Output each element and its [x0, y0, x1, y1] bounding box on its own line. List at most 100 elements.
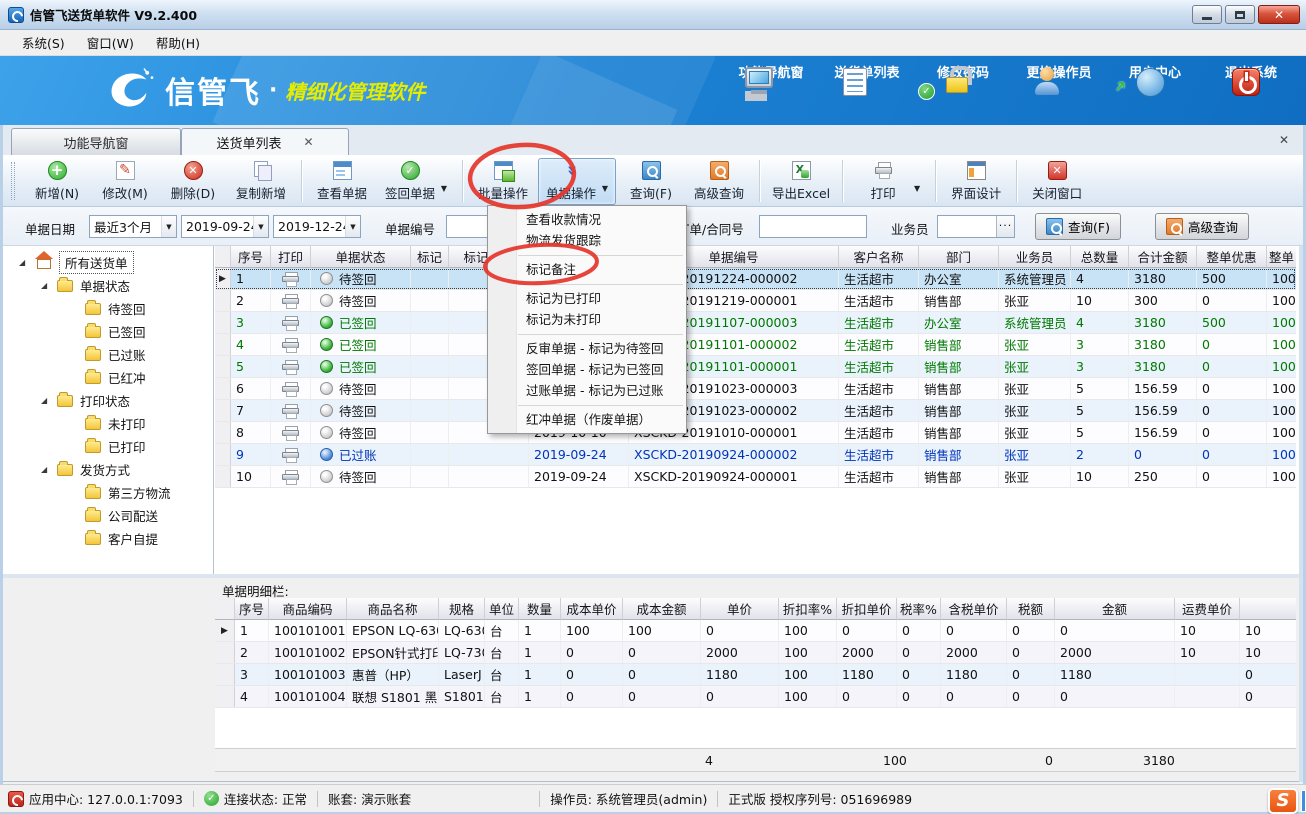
tree-item[interactable]: ◢ 第三方物流 — [3, 481, 213, 504]
column-header[interactable] — [1240, 598, 1296, 620]
column-header[interactable]: 打印 — [271, 246, 311, 268]
print-button[interactable]: 打印 ▼ — [850, 158, 928, 205]
menu-item[interactable]: 反审单据 - 标记为待签回 — [488, 338, 686, 359]
column-header[interactable]: 折扣单价 — [837, 598, 897, 620]
detail-row[interactable]: 4 100101004 联想 S1801 黑 S1801 台 1 0 0 0 1… — [215, 686, 1296, 708]
column-header[interactable]: 运费单价 — [1175, 598, 1240, 620]
delete-button[interactable]: ✕删除(D) — [160, 158, 226, 205]
tab-delivery-list[interactable]: 送货单列表 ✕ — [181, 128, 349, 155]
tree-item[interactable]: ◢ 已打印 — [3, 435, 213, 458]
dropdown-arrow-icon[interactable]: ▼ — [438, 184, 450, 193]
batch-ops-button[interactable]: 批量操作 — [470, 158, 536, 205]
menu-item[interactable]: 查看收款情况 — [488, 209, 686, 230]
date-to-select[interactable]: 2019-12-24▼ — [273, 215, 361, 238]
column-header[interactable] — [215, 598, 235, 620]
date-from-select[interactable]: 2019-09-24▼ — [181, 215, 269, 238]
input-method-icon[interactable]: S — [1268, 788, 1298, 814]
column-header[interactable]: 成本单价 — [561, 598, 623, 620]
copy-new-button[interactable]: 复制新增 — [228, 158, 294, 205]
column-header[interactable]: 金额 — [1055, 598, 1175, 620]
user-center-action[interactable]: 用户中心 — [1114, 62, 1196, 81]
close-window-button[interactable]: ✕关闭窗口 — [1024, 158, 1090, 205]
tab-nav-window[interactable]: 功能导航窗 — [11, 128, 181, 155]
table-row[interactable]: 10 待签回 2019-09-24 XSCKD-20190924-000001 … — [215, 466, 1296, 488]
chevron-down-icon[interactable]: ▼ — [345, 216, 360, 237]
column-header[interactable]: 整单 — [1267, 246, 1296, 268]
menu-item[interactable]: 标记备注 — [488, 259, 686, 280]
tree-item[interactable]: ◢ 客户自提 — [3, 527, 213, 550]
date-range-select[interactable]: 最近3个月▼ — [89, 215, 177, 238]
query-filter-button[interactable]: 查询(F) — [1035, 213, 1121, 240]
column-header[interactable]: 数量 — [519, 598, 561, 620]
column-header[interactable]: 整单优惠 — [1197, 246, 1267, 268]
toolbar-grip[interactable] — [11, 162, 15, 200]
column-header[interactable]: 成本金额 — [623, 598, 701, 620]
tree-root[interactable]: ◢ 所有送货单 — [3, 251, 213, 274]
tree-item[interactable]: ◢ 待签回 — [3, 297, 213, 320]
expander-icon[interactable]: ◢ — [41, 281, 51, 290]
table-row[interactable]: 3 已签回 2019-11-07 XSCKD-20191107-000003 生… — [215, 312, 1296, 334]
column-header[interactable]: 序号 — [235, 598, 269, 620]
switch-operator-action[interactable]: 更换操作员 — [1018, 62, 1100, 81]
tree-item[interactable]: ◢ 发货方式 — [3, 458, 213, 481]
table-row[interactable]: 2 待签回 2019-12-19 XSCKD-20191219-000001 生… — [215, 290, 1296, 312]
export-excel-button[interactable]: 导出Excel — [767, 158, 835, 205]
chevron-down-icon[interactable]: ▼ — [161, 216, 176, 237]
adv-query-button[interactable]: 高级查询 — [686, 158, 752, 205]
exit-system-action[interactable]: 退出系统 — [1210, 62, 1292, 81]
tree-item[interactable]: ◢ 打印状态 — [3, 389, 213, 412]
tree-item[interactable]: ◢ 未打印 — [3, 412, 213, 435]
menu-item[interactable]: 标记为已打印 — [488, 288, 686, 309]
column-header[interactable]: 税率% — [897, 598, 941, 620]
minimize-button[interactable] — [1192, 5, 1222, 24]
table-row[interactable]: 6 待签回 2019-10-23 XSCKD-20191023-000003 生… — [215, 378, 1296, 400]
browse-ellipsis-button[interactable]: ··· — [996, 216, 1014, 237]
table-row[interactable]: 7 待签回 2019-10-23 XSCKD-20191023-000002 生… — [215, 400, 1296, 422]
column-header[interactable]: 单价 — [701, 598, 779, 620]
menu-item[interactable]: 过账单据 - 标记为已过账 — [488, 380, 686, 401]
column-header[interactable]: 规格 — [439, 598, 485, 620]
column-header[interactable]: 商品编码 — [269, 598, 347, 620]
expander-icon[interactable]: ◢ — [19, 258, 29, 267]
table-row[interactable]: 8 待签回 2019-10-10 XSCKD-20191010-000001 生… — [215, 422, 1296, 444]
detail-row[interactable]: ▶ 1 100101001 EPSON LQ-630K LQ-630 台 1 1… — [215, 620, 1296, 642]
expander-icon[interactable]: ◢ — [41, 465, 51, 474]
column-header[interactable]: 税额 — [1007, 598, 1055, 620]
query-button[interactable]: 查询(F) — [618, 158, 684, 205]
contract-input[interactable] — [759, 215, 867, 238]
column-header[interactable]: 总数量 — [1071, 246, 1129, 268]
edit-button[interactable]: 修改(M) — [92, 158, 158, 205]
menu-system[interactable]: 系统(S) — [12, 30, 75, 55]
menu-item[interactable]: 标记为未打印 — [488, 309, 686, 330]
dropdown-arrow-icon[interactable]: ▼ — [911, 184, 923, 193]
sign-back-button[interactable]: ✓签回单据 ▼ — [377, 158, 455, 205]
table-row[interactable]: ▶ 1 待签回 2019-12-24 XSCKD-20191224-000002… — [215, 268, 1296, 290]
close-button[interactable]: ✕ — [1258, 5, 1300, 24]
tree-item[interactable]: ◢ 已红冲 — [3, 366, 213, 389]
menu-item[interactable]: 签回单据 - 标记为已签回 — [488, 359, 686, 380]
detail-row[interactable]: 2 100101002 EPSON针式打印 LQ-730 台 1 0 0 200… — [215, 642, 1296, 664]
tree-item[interactable]: ◢ 单据状态 — [3, 274, 213, 297]
tree-item[interactable]: ◢ 公司配送 — [3, 504, 213, 527]
ui-design-button[interactable]: 界面设计 — [943, 158, 1009, 205]
change-password-action[interactable]: 修改密码 — [922, 62, 1004, 81]
nav-window-action[interactable]: 功能导航窗 — [730, 62, 812, 81]
column-header[interactable]: 单位 — [485, 598, 519, 620]
doc-ops-button[interactable]: 单据操作 ▼ — [538, 158, 616, 205]
adv-query-filter-button[interactable]: 高级查询 — [1155, 213, 1249, 240]
column-header[interactable]: 序号 — [231, 246, 271, 268]
column-header[interactable]: 合计金额 — [1129, 246, 1197, 268]
column-header[interactable]: 折扣率% — [779, 598, 837, 620]
expander-icon[interactable]: ◢ — [41, 396, 51, 405]
column-header[interactable]: 业务员 — [999, 246, 1071, 268]
view-doc-button[interactable]: 查看单据 — [309, 158, 375, 205]
table-row[interactable]: 4 已签回 2019-11-01 XSCKD-20191101-000002 生… — [215, 334, 1296, 356]
column-header[interactable]: 商品名称 — [347, 598, 439, 620]
detail-row[interactable]: 3 100101003 惠普（HP） LaserJ 台 1 0 0 1180 1… — [215, 664, 1296, 686]
new-button[interactable]: +新增(N) — [24, 158, 90, 205]
menu-window[interactable]: 窗口(W) — [77, 30, 144, 55]
table-row[interactable]: 9 已过账 2019-09-24 XSCKD-20190924-000002 生… — [215, 444, 1296, 466]
tree-item[interactable]: ◢ 已过账 — [3, 343, 213, 366]
chevron-down-icon[interactable]: ▼ — [253, 216, 268, 237]
column-header[interactable] — [215, 246, 231, 268]
